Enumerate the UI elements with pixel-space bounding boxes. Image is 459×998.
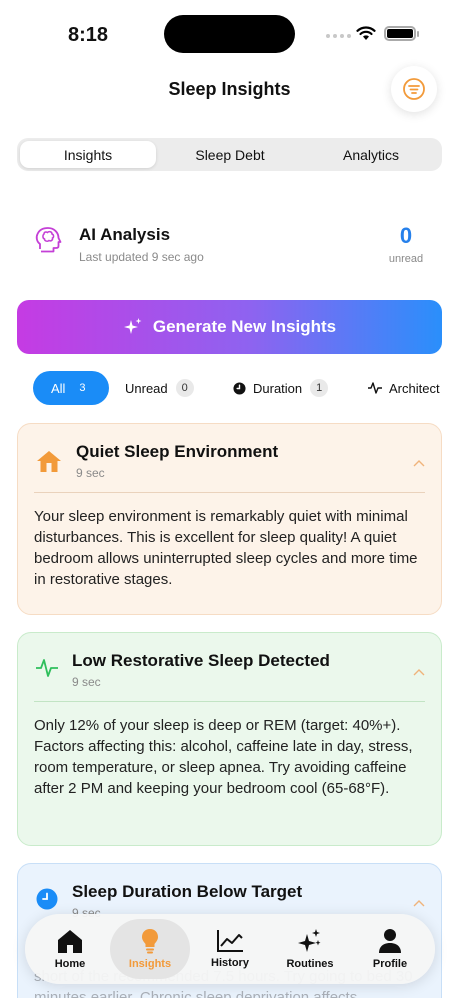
card-divider	[34, 492, 425, 493]
generate-insights-button[interactable]: Generate New Insights	[17, 300, 442, 354]
card-divider	[34, 701, 425, 702]
battery-icon	[384, 26, 419, 41]
chip-unread[interactable]: Unread 0	[125, 371, 194, 405]
last-updated-text: Last updated 9 sec ago	[79, 250, 204, 264]
filter-button[interactable]	[391, 66, 437, 112]
insight-body: Only 12% of your sleep is deep or REM (t…	[34, 717, 413, 797]
insight-title: Low Restorative Sleep Detected	[72, 651, 330, 670]
segmented-control: Insights Sleep Debt Analytics	[17, 138, 442, 171]
home-icon	[58, 930, 82, 953]
tab-label: History	[211, 957, 249, 969]
lightbulb-icon	[142, 929, 158, 954]
brain-head-icon	[35, 227, 62, 253]
unread-label: unread	[388, 253, 424, 265]
tab-label: Profile	[372, 958, 408, 970]
unread-count: 0	[399, 223, 413, 248]
chip-duration[interactable]: Duration 1	[233, 371, 329, 405]
clock-icon	[36, 888, 58, 910]
filter-chip-row: All 3 Unread 0 Duration 1 Architect	[33, 371, 459, 407]
chip-label: Unread	[125, 380, 168, 396]
chevron-up-icon[interactable]	[413, 663, 425, 679]
cellular-signal-icon	[326, 34, 351, 38]
chip-all[interactable]: All 3	[33, 371, 110, 405]
dynamic-island	[164, 15, 295, 53]
insight-body: Your sleep environment is remarkably qui…	[34, 508, 418, 588]
chip-label: Duration	[253, 380, 303, 396]
tab-profile[interactable]: Profile	[350, 919, 430, 979]
sparkles-icon	[123, 318, 142, 334]
tab-insights-nav[interactable]: Insights	[110, 919, 190, 979]
chip-label: Architect	[389, 380, 440, 396]
waveform-icon	[368, 382, 382, 394]
status-bar: 8:18	[0, 0, 459, 60]
tab-label: Routines	[286, 958, 334, 970]
tab-home[interactable]: Home	[30, 919, 110, 979]
insight-card-low-restorative[interactable]: Low Restorative Sleep Detected 9 sec Onl…	[17, 632, 442, 846]
chip-count: 1	[310, 379, 329, 397]
insight-card-quiet-environment[interactable]: Quiet Sleep Environment 9 sec Your sleep…	[17, 423, 442, 615]
insight-title: Sleep Duration Below Target	[72, 882, 303, 901]
ai-analysis-title: AI Analysis	[79, 225, 171, 244]
chevron-up-icon[interactable]	[413, 894, 425, 910]
bottom-tab-bar: Home Insights History Routines Profile	[25, 914, 435, 984]
tab-history[interactable]: History	[190, 919, 270, 979]
insight-title: Quiet Sleep Environment	[76, 442, 279, 461]
house-icon	[37, 451, 61, 472]
filter-lines-icon	[403, 78, 425, 100]
person-icon	[379, 929, 401, 953]
sparkles-icon	[298, 929, 321, 952]
tab-routines[interactable]: Routines	[270, 919, 350, 979]
insight-time: 9 sec	[72, 675, 101, 689]
wifi-icon	[356, 26, 376, 40]
ai-analysis-panel: AI Analysis Last updated 9 sec ago 0 unr…	[17, 215, 442, 275]
status-time: 8:18	[68, 24, 109, 46]
chevron-up-icon[interactable]	[413, 454, 425, 470]
tab-label: Home	[54, 958, 86, 970]
chip-count: 0	[175, 379, 194, 397]
waveform-icon	[36, 659, 58, 677]
chip-architecture[interactable]: Architect	[368, 371, 440, 405]
generate-insights-label: Generate New Insights	[152, 317, 337, 336]
chart-line-icon	[217, 930, 243, 952]
tab-sleep-debt[interactable]: Sleep Debt	[162, 141, 298, 168]
chip-count: 3	[79, 382, 86, 394]
tab-label: Insights	[128, 958, 172, 970]
clock-icon	[233, 381, 246, 395]
chip-label: All	[51, 380, 66, 396]
tab-insights[interactable]: Insights	[20, 141, 156, 168]
tab-analytics[interactable]: Analytics	[303, 141, 439, 168]
insight-time: 9 sec	[76, 466, 105, 480]
